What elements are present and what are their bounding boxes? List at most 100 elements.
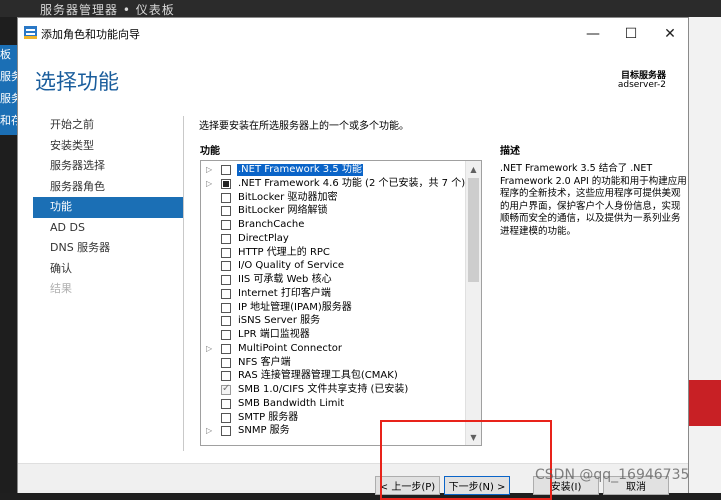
background-sidebar-item[interactable]: 和存 — [0, 112, 17, 128]
feature-label[interactable]: SMTP 服务器 — [237, 412, 299, 424]
features-header: 功能 — [200, 146, 220, 157]
feature-checkbox[interactable] — [221, 412, 231, 423]
feature-row[interactable]: BitLocker 驱动器加密 — [201, 192, 466, 206]
feature-row[interactable]: IIS 可承载 Web 核心 — [201, 274, 466, 288]
scrollbar-thumb[interactable] — [468, 178, 479, 282]
feature-row[interactable]: BitLocker 网络解锁 — [201, 205, 466, 219]
add-roles-wizard-window: 添加角色和功能向导 — ☐ ✕ 选择功能 目标服务器 adserver-2 开始… — [17, 17, 689, 495]
feature-checkbox: ✓ — [221, 383, 231, 395]
expand-arrow-icon[interactable]: ▷ — [206, 344, 214, 353]
feature-checkbox[interactable] — [221, 343, 231, 354]
minimize-button[interactable]: — — [573, 18, 613, 49]
nav-step-item[interactable]: AD DS — [33, 218, 183, 239]
background-window-title: 服务器管理器 • 仪表板 — [40, 3, 175, 17]
target-server-name: adserver-2 — [617, 80, 666, 90]
nav-step-item[interactable]: 确认 — [33, 259, 183, 280]
feature-description: .NET Framework 3.5 结合了 .NET Framework 2.… — [500, 163, 687, 237]
feature-label[interactable]: SMB Bandwidth Limit — [237, 398, 345, 410]
feature-row[interactable]: ▷ MultiPoint Connector — [201, 343, 466, 357]
feature-label[interactable]: .NET Framework 3.5 功能 — [237, 164, 363, 176]
feature-label[interactable]: NFS 客户端 — [237, 357, 292, 369]
nav-step-item[interactable]: 安装类型 — [33, 136, 183, 157]
feature-row[interactable]: LPR 端口监视器 — [201, 329, 466, 343]
feature-label[interactable]: I/O Quality of Service — [237, 260, 345, 272]
feature-checkbox[interactable] — [221, 233, 231, 244]
feature-row[interactable]: ▷ .NET Framework 3.5 功能 — [201, 164, 466, 178]
nav-step-item: 结果 — [50, 282, 72, 295]
page-title: 选择功能 — [35, 70, 119, 94]
feature-label[interactable]: BranchCache — [237, 219, 305, 231]
features-scrollbar[interactable]: ▲ ▼ — [465, 161, 481, 445]
feature-label[interactable]: DirectPlay — [237, 233, 290, 245]
feature-label[interactable]: HTTP 代理上的 RPC — [237, 247, 331, 259]
feature-row[interactable]: ✓ SMB 1.0/CIFS 文件共享支持 (已安装) — [201, 383, 466, 398]
feature-label[interactable]: .NET Framework 4.6 功能 (2 个已安装，共 7 个) — [237, 178, 466, 190]
feature-label[interactable]: BitLocker 网络解锁 — [237, 205, 328, 217]
feature-row[interactable]: iSNS Server 服务 — [201, 315, 466, 329]
feature-checkbox[interactable] — [221, 357, 231, 368]
feature-row[interactable]: RAS 连接管理器管理工具包(CMAK) — [201, 370, 466, 384]
feature-label[interactable]: BitLocker 驱动器加密 — [237, 192, 338, 204]
feature-checkbox[interactable] — [221, 247, 231, 258]
feature-checkbox[interactable] — [221, 330, 231, 340]
feature-checkbox[interactable] — [221, 192, 231, 203]
nav-step-item[interactable]: 服务器角色 — [33, 177, 183, 198]
feature-row[interactable]: ▷ .NET Framework 4.6 功能 (2 个已安装，共 7 个) — [201, 178, 466, 192]
watermark: CSDN @qq_16946735 — [535, 467, 690, 483]
feature-checkbox[interactable] — [221, 316, 231, 327]
instruction-text: 选择要安装在所选服务器上的一个或多个功能。 — [199, 121, 409, 132]
feature-row[interactable]: SMB Bandwidth Limit — [201, 398, 466, 412]
feature-label[interactable]: SNMP 服务 — [237, 425, 291, 437]
background-red-tile — [689, 380, 721, 426]
window-titlebar: 添加角色和功能向导 — ☐ ✕ — [18, 18, 688, 49]
nav-divider — [183, 116, 184, 451]
feature-row[interactable]: DirectPlay — [201, 233, 466, 247]
nav-step-item[interactable]: 服务器选择 — [33, 156, 183, 177]
feature-row[interactable]: Internet 打印客户端 — [201, 288, 466, 302]
nav-step-item[interactable]: 开始之前 — [33, 115, 183, 136]
feature-label[interactable]: IP 地址管理(IPAM)服务器 — [237, 302, 353, 314]
feature-checkbox[interactable] — [221, 178, 231, 189]
feature-checkbox[interactable] — [221, 275, 231, 285]
maximize-button[interactable]: ☐ — [611, 18, 651, 49]
feature-label[interactable]: IIS 可承载 Web 核心 — [237, 274, 333, 286]
feature-checkbox[interactable] — [221, 261, 231, 272]
feature-label[interactable]: iSNS Server 服务 — [237, 315, 321, 327]
feature-checkbox[interactable] — [221, 302, 231, 313]
features-list-items: ▷ .NET Framework 3.5 功能 ▷ .NET Framework 4.… — [201, 164, 466, 439]
expand-arrow-icon[interactable]: ▷ — [206, 165, 214, 174]
scroll-up-arrow-icon[interactable]: ▲ — [466, 161, 481, 177]
feature-label[interactable]: SMB 1.0/CIFS 文件共享支持 (已安装) — [237, 384, 409, 396]
feature-checkbox[interactable] — [221, 426, 231, 437]
feature-label[interactable]: MultiPoint Connector — [237, 343, 343, 355]
expand-arrow-icon[interactable]: ▷ — [206, 179, 214, 188]
description-header: 描述 — [500, 146, 520, 157]
background-window-titlebar: 服务器管理器 • 仪表板 — [0, 0, 721, 17]
nav-step-item[interactable]: 功能 — [33, 197, 183, 218]
background-sidebar-item[interactable]: 服务 — [0, 90, 17, 106]
feature-row[interactable]: NFS 客户端 — [201, 357, 466, 371]
checkmark-icon: ✓ — [222, 383, 231, 394]
feature-row[interactable]: BranchCache — [201, 219, 466, 233]
feature-label[interactable]: Internet 打印客户端 — [237, 288, 332, 300]
feature-checkbox[interactable] — [221, 165, 231, 175]
background-sidebar-item[interactable]: 服务 — [0, 68, 17, 84]
feature-checkbox[interactable] — [221, 398, 231, 409]
feature-label[interactable]: LPR 端口监视器 — [237, 329, 311, 341]
feature-checkbox[interactable] — [221, 288, 231, 299]
server-manager-icon — [24, 26, 37, 39]
wizard-steps-nav: 开始之前 安装类型 服务器选择 服务器角色 功能 AD DS DNS 服务器 确认结果 — [33, 115, 183, 300]
expand-arrow-icon[interactable]: ▷ — [206, 426, 214, 435]
features-list[interactable]: ▷ .NET Framework 3.5 功能 ▷ .NET Framework 4.… — [200, 160, 482, 446]
background-sidebar-item[interactable]: 板 — [0, 46, 17, 62]
nav-step-item[interactable]: DNS 服务器 — [33, 238, 183, 259]
close-button[interactable]: ✕ — [650, 18, 690, 49]
feature-row[interactable]: IP 地址管理(IPAM)服务器 — [201, 302, 466, 316]
feature-row[interactable]: HTTP 代理上的 RPC — [201, 247, 466, 261]
feature-checkbox[interactable] — [221, 371, 231, 382]
feature-row[interactable]: I/O Quality of Service — [201, 260, 466, 274]
feature-checkbox[interactable] — [221, 220, 231, 230]
feature-label[interactable]: RAS 连接管理器管理工具包(CMAK) — [237, 370, 399, 382]
feature-checkbox[interactable] — [221, 206, 231, 217]
annotation-highlight-box — [380, 420, 552, 500]
